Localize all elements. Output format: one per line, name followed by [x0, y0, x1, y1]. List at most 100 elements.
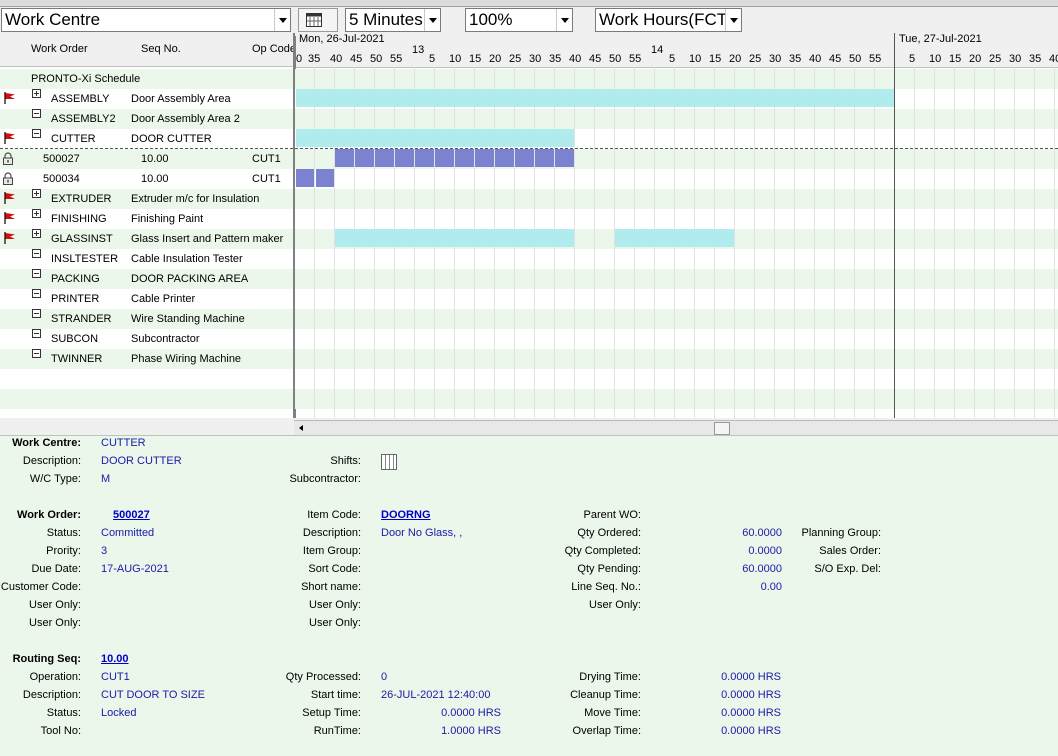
- operation-bar-segment[interactable]: [335, 149, 354, 167]
- expand-icon[interactable]: [32, 89, 41, 98]
- sales-order-label: Sales Order:: [819, 545, 881, 557]
- hours-select[interactable]: Work Hours(FCT: [595, 8, 742, 32]
- view-select[interactable]: Work Centre: [1, 8, 291, 32]
- tool-no-label: Tool No:: [40, 725, 81, 737]
- start-time-value: 26-JUL-2021 12:40:00: [381, 689, 491, 701]
- gridline: [754, 67, 755, 418]
- day-divider: [894, 33, 895, 418]
- collapse-icon[interactable]: [32, 329, 41, 338]
- minute-tick-label: 45: [829, 53, 842, 65]
- collapse-icon[interactable]: [32, 249, 41, 258]
- glassinst-bar-a[interactable]: [335, 229, 574, 247]
- operation-bar-segment[interactable]: [395, 149, 414, 167]
- tree-row[interactable]: FINISHING Finishing Paint: [0, 209, 293, 229]
- item-code-link[interactable]: DOORNG: [381, 509, 431, 521]
- collapse-icon[interactable]: [32, 269, 41, 278]
- start-time-label: Start time:: [310, 689, 361, 701]
- collapse-icon[interactable]: [32, 289, 41, 298]
- operation-bar-segment[interactable]: [435, 149, 454, 167]
- minute-tick-label: 55: [390, 53, 403, 65]
- routing-seq-link[interactable]: 10.00: [101, 653, 129, 665]
- expand-icon[interactable]: [32, 189, 41, 198]
- calendar-button[interactable]: [298, 8, 338, 32]
- tree-row[interactable]: 500034 10.00 CUT1: [0, 169, 293, 189]
- operation-bar-segment[interactable]: [535, 149, 554, 167]
- interval-select[interactable]: 5 Minutes: [345, 8, 441, 32]
- operation-bar-segment[interactable]: [455, 149, 474, 167]
- work-centre-value: CUTTER: [101, 437, 146, 449]
- collapse-icon[interactable]: [32, 349, 41, 358]
- shifts-grid-icon[interactable]: [381, 454, 397, 470]
- expand-icon[interactable]: [32, 229, 41, 238]
- rs-description-label: Description:: [22, 689, 81, 701]
- collapse-icon[interactable]: [32, 129, 41, 138]
- tree-row[interactable]: ASSEMBLY2 Door Assembly Area 2: [0, 109, 293, 129]
- red-flag-icon: [4, 212, 15, 224]
- tree-row[interactable]: TWINNER Phase Wiring Machine: [0, 349, 293, 369]
- minute-tick-label: 5: [429, 53, 436, 65]
- collapse-icon[interactable]: [32, 309, 41, 318]
- tree-row[interactable]: PRINTER Cable Printer: [0, 289, 293, 309]
- assembly-bar[interactable]: [296, 89, 894, 107]
- scroll-thumb[interactable]: [714, 422, 730, 435]
- gridline: [1034, 67, 1035, 418]
- gridline: [834, 67, 835, 418]
- pane-splitter[interactable]: [293, 33, 295, 418]
- chevron-down-icon[interactable]: [424, 9, 440, 31]
- top-border: [0, 0, 1058, 7]
- operation-bar-segment[interactable]: [415, 149, 434, 167]
- tree-row[interactable]: 500027 10.00 CUT1: [0, 149, 293, 169]
- operation-bar-500034-b[interactable]: [316, 169, 334, 187]
- user-only-label-3: User Only:: [309, 599, 361, 611]
- collapse-icon[interactable]: [32, 109, 41, 118]
- tree-row[interactable]: CUTTER DOOR CUTTER: [0, 129, 293, 149]
- tree-row[interactable]: EXTRUDER Extruder m/c for Insulation: [0, 189, 293, 209]
- tree-row[interactable]: GLASSINST Glass Insert and Pattern maker: [0, 229, 293, 249]
- tree-row[interactable]: PACKING DOOR PACKING AREA: [0, 269, 293, 289]
- gantt-scrollbar[interactable]: [294, 420, 1058, 435]
- expand-icon[interactable]: [32, 209, 41, 218]
- operation-bar-segment[interactable]: [355, 149, 374, 167]
- glassinst-bar-b[interactable]: [615, 229, 734, 247]
- minute-tick-label: 15: [469, 53, 482, 65]
- qty-completed-value: 0.0000: [748, 545, 782, 557]
- minute-tick-label: 45: [350, 53, 363, 65]
- row-description: Phase Wiring Machine: [131, 353, 242, 365]
- chevron-down-icon[interactable]: [725, 9, 741, 31]
- work-order-link[interactable]: 500027: [101, 509, 150, 521]
- qty-pending-label: Qty Pending:: [577, 563, 641, 575]
- minute-tick-label: 15: [949, 53, 962, 65]
- row-code: 500034: [43, 173, 80, 185]
- tree-row[interactable]: ASSEMBLY Door Assembly Area: [0, 89, 293, 109]
- gridline: [1014, 67, 1015, 418]
- chevron-down-icon[interactable]: [556, 9, 572, 31]
- minute-tick-label: 40: [809, 53, 822, 65]
- gridline: [874, 67, 875, 418]
- wc-type-value: M: [101, 473, 111, 485]
- operation-bar-500034-a[interactable]: [296, 169, 314, 187]
- wo-status-label: Status:: [46, 527, 81, 539]
- minute-tick-label: 50: [370, 53, 383, 65]
- short-name-label: Short name:: [301, 581, 361, 593]
- row-description: Door Assembly Area: [131, 93, 231, 105]
- work-order-column-header[interactable]: Work Order: [31, 43, 88, 55]
- cutter-bar[interactable]: [296, 129, 574, 147]
- tree-row[interactable]: PRONTO-Xi Schedule: [0, 69, 293, 89]
- wo-status-value: Committed: [101, 527, 155, 539]
- tree-row[interactable]: STRANDER Wire Standing Machine: [0, 309, 293, 329]
- seq-no-column-header[interactable]: Seq No.: [141, 43, 181, 55]
- chevron-down-icon[interactable]: [274, 9, 290, 31]
- zoom-select[interactable]: 100%: [465, 8, 573, 32]
- setup-time-label: Setup Time:: [302, 707, 361, 719]
- tree-row[interactable]: INSLTESTER Cable Insulation Tester: [0, 249, 293, 269]
- operation-bar-segment[interactable]: [555, 149, 574, 167]
- op-code-column-header[interactable]: Op Code: [252, 43, 293, 55]
- operation-bar-segment[interactable]: [375, 149, 394, 167]
- scroll-left-arrow[interactable]: [296, 423, 306, 433]
- tree-row[interactable]: SUBCON Subcontractor: [0, 329, 293, 349]
- operation-bar-segment[interactable]: [495, 149, 514, 167]
- minute-tick-label: 20: [729, 53, 742, 65]
- operation-bar-segment[interactable]: [515, 149, 534, 167]
- operation-bar-segment[interactable]: [475, 149, 494, 167]
- row-stripe: [0, 389, 1058, 409]
